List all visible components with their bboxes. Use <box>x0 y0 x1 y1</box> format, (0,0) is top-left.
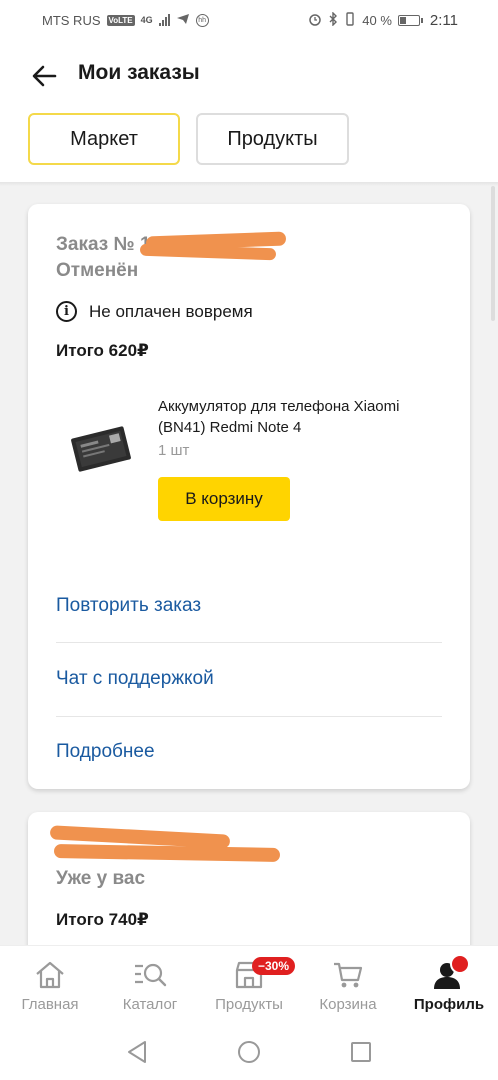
discount-badge: −30% <box>252 957 296 975</box>
details-link[interactable]: Подробнее <box>56 741 155 763</box>
nav-products[interactable]: Продукты −30% <box>204 946 296 1024</box>
battery-icon <box>397 14 423 26</box>
repeat-order-link[interactable]: Повторить заказ <box>56 595 201 617</box>
app-header: Мои заказы Маркет Продукты <box>0 40 498 182</box>
battery-percent: 40 % <box>362 12 392 28</box>
carrier-name: MTS RUS <box>42 12 101 28</box>
triangle-back-icon <box>128 1040 146 1063</box>
nav-home[interactable]: Главная <box>10 946 90 1024</box>
product-image[interactable] <box>68 424 134 474</box>
nav-catalog[interactable]: Каталог <box>110 946 190 1024</box>
header-divider <box>0 182 498 186</box>
order-status: Уже у вас <box>56 868 146 889</box>
tab-market[interactable]: Маркет <box>28 113 180 165</box>
cart-icon <box>331 958 365 992</box>
system-recents-button[interactable] <box>347 1038 375 1066</box>
page-title: Мои заказы <box>78 61 200 84</box>
home-icon <box>33 958 67 992</box>
nav-label: Главная <box>21 996 79 1013</box>
divider <box>56 642 442 643</box>
order-info-text: Не оплачен вовремя <box>89 301 253 321</box>
nav-label: Продукты <box>215 996 283 1013</box>
support-chat-link[interactable]: Чат с поддержкой <box>56 668 214 690</box>
notification-dot <box>450 954 470 974</box>
order-info: i Не оплачен вовремя <box>56 301 253 322</box>
catalog-search-icon <box>133 958 167 992</box>
order-card: Заказ № 16 Отменён i Не оплачен вовремя … <box>28 204 470 789</box>
divider <box>56 716 442 717</box>
order-total: Итого 740₽ <box>56 910 149 929</box>
nav-profile[interactable]: Профиль <box>404 946 494 1024</box>
signal-icon <box>158 14 170 26</box>
status-bar: MTS RUS VoLTE 4G hh 40 % 2:11 <box>0 0 498 40</box>
telegram-icon <box>176 13 190 28</box>
bluetooth-icon <box>328 10 338 29</box>
system-back-button[interactable] <box>123 1038 151 1066</box>
bottom-navigation: Главная Каталог Продукты −30% Корзина Пр… <box>0 945 498 1023</box>
order-total: Итого 620₽ <box>56 341 149 360</box>
nav-label: Каталог <box>122 996 178 1013</box>
nav-cart[interactable]: Корзина <box>308 946 388 1024</box>
volte-icon: VoLTE <box>106 14 135 26</box>
circle-home-icon <box>238 1040 260 1063</box>
system-navigation <box>0 1023 498 1080</box>
order-status: Отменён <box>56 260 139 281</box>
scrollbar[interactable] <box>491 186 495 321</box>
nav-label: Профиль <box>413 996 485 1013</box>
nav-label: Корзина <box>319 996 377 1013</box>
clock: 2:11 <box>429 11 458 29</box>
info-icon: i <box>56 301 77 322</box>
add-to-cart-button[interactable]: В корзину <box>158 477 290 521</box>
alarm-icon <box>308 12 322 29</box>
back-button[interactable] <box>28 60 60 92</box>
network-type: 4G <box>140 15 153 25</box>
product-quantity: 1 шт <box>158 442 190 459</box>
redaction-mark <box>53 844 281 862</box>
tab-products[interactable]: Продукты <box>196 113 349 165</box>
square-recents-icon <box>351 1041 371 1062</box>
vibrate-icon <box>344 11 356 29</box>
system-home-button[interactable] <box>235 1038 263 1066</box>
hh-icon: hh <box>195 13 209 27</box>
arrow-left-icon <box>32 65 57 87</box>
product-title[interactable]: Аккумулятор для телефона Xiaomi (BN41) R… <box>158 396 448 438</box>
